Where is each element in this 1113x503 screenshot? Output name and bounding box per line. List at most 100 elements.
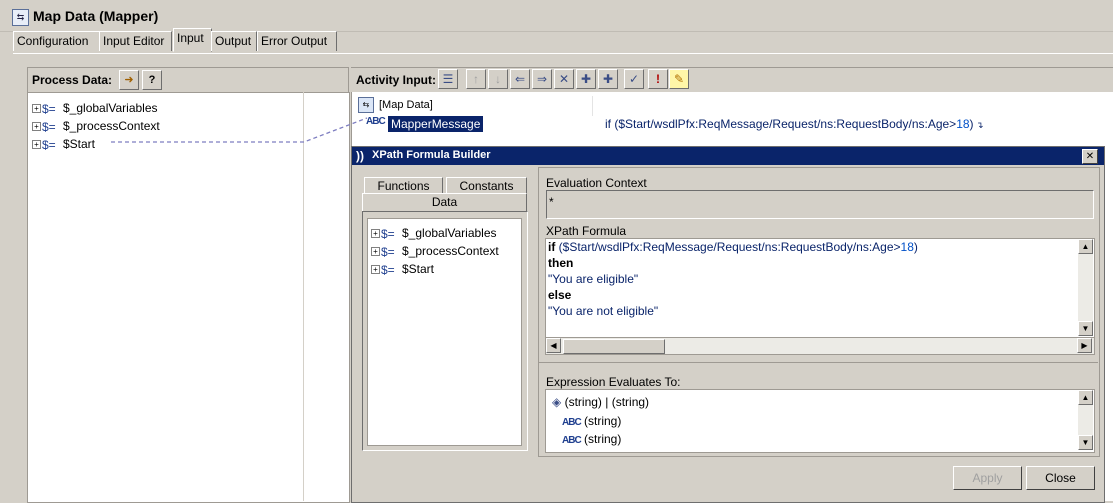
horizontal-scrollbar[interactable]: ◀ ▶ <box>545 337 1095 355</box>
scroll-up-icon[interactable]: ▲ <box>1078 390 1093 405</box>
scroll-up-icon[interactable]: ▲ <box>1078 239 1093 254</box>
tibco-logo-icon: )) <box>356 149 364 163</box>
variable-icon: $= <box>381 226 395 241</box>
evaluation-context-value: * <box>549 195 554 209</box>
result-item-label: (string) <box>584 432 622 446</box>
variable-icon: $= <box>381 262 395 277</box>
vertical-scrollbar[interactable]: ▲ ▼ <box>1078 239 1093 336</box>
keyword-else: else <box>548 288 572 302</box>
expression-number: 18 <box>956 117 970 131</box>
apply-button[interactable]: Apply <box>953 466 1022 490</box>
result-item[interactable]: ABC (string) <box>562 432 621 446</box>
close-icon[interactable]: ✕ <box>1082 149 1098 164</box>
result-item[interactable]: ABC (string) <box>562 414 621 428</box>
choice-icon: ◈ <box>552 395 562 409</box>
help-icon[interactable]: ? <box>142 70 162 90</box>
tree-item[interactable]: + $= $_processContext <box>371 243 499 259</box>
validate-icon[interactable]: ✓ <box>624 69 644 89</box>
activity-input-header: Activity Input: ☰ ↑ ↓ ⇐ ⇒ ✕ ✚ ✚ ✓ ! ✎ <box>351 67 1113 92</box>
process-data-tree: + $= $_globalVariables + $= $_processContext… <box>27 92 350 503</box>
vertical-scrollbar[interactable]: ▲ ▼ <box>1078 390 1093 450</box>
tree-item[interactable]: + $= $Start <box>32 136 95 152</box>
result-union-label: (string) | (string) <box>564 395 650 409</box>
formula-number: 18 <box>900 240 914 254</box>
mapper-message-field[interactable]: MapperMessage <box>388 116 484 132</box>
process-data-header: Process Data: ➜ ? <box>27 67 349 92</box>
move-right-icon[interactable]: ⇒ <box>532 69 552 89</box>
map-data-icon: ⇆ <box>358 97 374 113</box>
evaluation-context-field[interactable] <box>546 190 1094 219</box>
dialog-title: XPath Formula Builder <box>372 149 491 161</box>
scroll-right-icon[interactable]: ▶ <box>1077 338 1092 353</box>
xpath-formula-editor[interactable]: if ($Start/wsdlPfx:ReqMessage/Request/ns… <box>545 238 1095 339</box>
scroll-down-icon[interactable]: ▼ <box>1078 435 1093 450</box>
error-icon[interactable]: ! <box>648 69 668 89</box>
xpath-formula-builder-dialog: )) XPath Formula Builder ✕ Functions Con… <box>351 146 1105 503</box>
expression-preview[interactable]: if ($Start/wsdlPfx:ReqMessage/Request/ns… <box>605 117 984 131</box>
title-bar: ⇆ Map Data (Mapper) <box>0 0 1113 32</box>
mapping-connector <box>111 117 368 143</box>
process-data-label: Process Data: <box>32 73 113 87</box>
move-left-icon[interactable]: ⇐ <box>510 69 530 89</box>
close-button[interactable]: Close <box>1026 466 1095 490</box>
string-type-icon: ABC <box>562 435 582 446</box>
tree-item-label: $Start <box>402 262 435 276</box>
mapper-icon: ⇆ <box>12 9 29 26</box>
add-child-icon[interactable]: ✚ <box>576 69 596 89</box>
variable-icon: $= <box>42 101 56 116</box>
move-up-icon[interactable]: ↑ <box>466 69 486 89</box>
window-title: Map Data (Mapper) <box>33 8 159 24</box>
tab-input[interactable]: Input <box>173 28 212 52</box>
expand-icon[interactable]: + <box>371 229 380 239</box>
tree-item-label: $Start <box>63 137 96 151</box>
data-tree: + $= $_globalVariables + $= $_processContext… <box>367 218 522 446</box>
map-to-icon[interactable]: ➜ <box>119 70 139 90</box>
expand-icon[interactable]: + <box>32 104 41 114</box>
formula-path: ($Start/wsdlPfx:ReqMessage/Request/ns:Re… <box>555 240 901 254</box>
tree-item[interactable]: + $= $Start <box>371 261 434 277</box>
show-edit-icon[interactable]: ☰ <box>438 69 458 89</box>
expand-icon[interactable]: + <box>32 122 41 132</box>
add-sibling-icon[interactable]: ✚ <box>598 69 618 89</box>
panel-divider[interactable] <box>303 92 304 501</box>
result-tree: ◈ (string) | (string) ABC (string) ABC (… <box>545 389 1095 453</box>
scroll-thumb[interactable] <box>563 339 665 354</box>
column-separator[interactable] <box>592 96 593 116</box>
tree-item[interactable]: + $= $_globalVariables <box>371 225 497 241</box>
delete-icon[interactable]: ✕ <box>554 69 574 89</box>
expression-prefix: if ($Start/wsdlPfx:ReqMessage/Request/ns… <box>605 117 957 131</box>
map-data-root[interactable]: [Map Data] <box>379 99 433 111</box>
continue-arrow-icon: ↴ <box>973 120 984 130</box>
string-type-icon: ABC <box>562 417 582 428</box>
formula-string: "You are not eligible" <box>548 304 659 318</box>
tab-output[interactable]: Output <box>211 31 257 51</box>
expand-icon[interactable]: + <box>371 265 380 275</box>
tab-data[interactable]: Data <box>362 193 527 212</box>
scroll-left-icon[interactable]: ◀ <box>546 338 561 353</box>
keyword-then: then <box>548 256 574 270</box>
scroll-down-icon[interactable]: ▼ <box>1078 321 1093 336</box>
xpath-formula-label: XPath Formula <box>546 224 627 238</box>
variable-icon: $= <box>42 137 56 152</box>
dialog-title-bar[interactable]: )) XPath Formula Builder ✕ <box>352 147 1104 165</box>
tab-error-output[interactable]: Error Output <box>257 31 337 51</box>
expand-icon[interactable]: + <box>32 140 41 150</box>
tree-item-label: $_globalVariables <box>402 226 497 240</box>
formula-line: if ($Start/wsdlPfx:ReqMessage/Request/ns… <box>548 240 918 254</box>
result-union[interactable]: ◈ (string) | (string) <box>552 395 649 409</box>
formula-close-paren: ) <box>913 240 918 254</box>
edit-pencil-icon[interactable]: ✎ <box>669 69 689 89</box>
evaluation-context-label: Evaluation Context <box>546 176 647 190</box>
result-label: Expression Evaluates To: <box>546 375 681 389</box>
formula-string: "You are eligible" <box>548 272 639 286</box>
result-item-label: (string) <box>584 414 622 428</box>
expand-icon[interactable]: + <box>371 247 380 257</box>
tab-configuration[interactable]: Configuration <box>13 31 100 51</box>
variable-icon: $= <box>381 244 395 259</box>
move-down-icon[interactable]: ↓ <box>488 69 508 89</box>
tab-input-editor[interactable]: Input Editor <box>99 31 172 51</box>
tab-divider <box>13 53 1113 54</box>
section-divider[interactable] <box>538 362 1098 363</box>
activity-input-label: Activity Input: <box>356 73 436 87</box>
tree-item-label: $_processContext <box>402 244 499 258</box>
